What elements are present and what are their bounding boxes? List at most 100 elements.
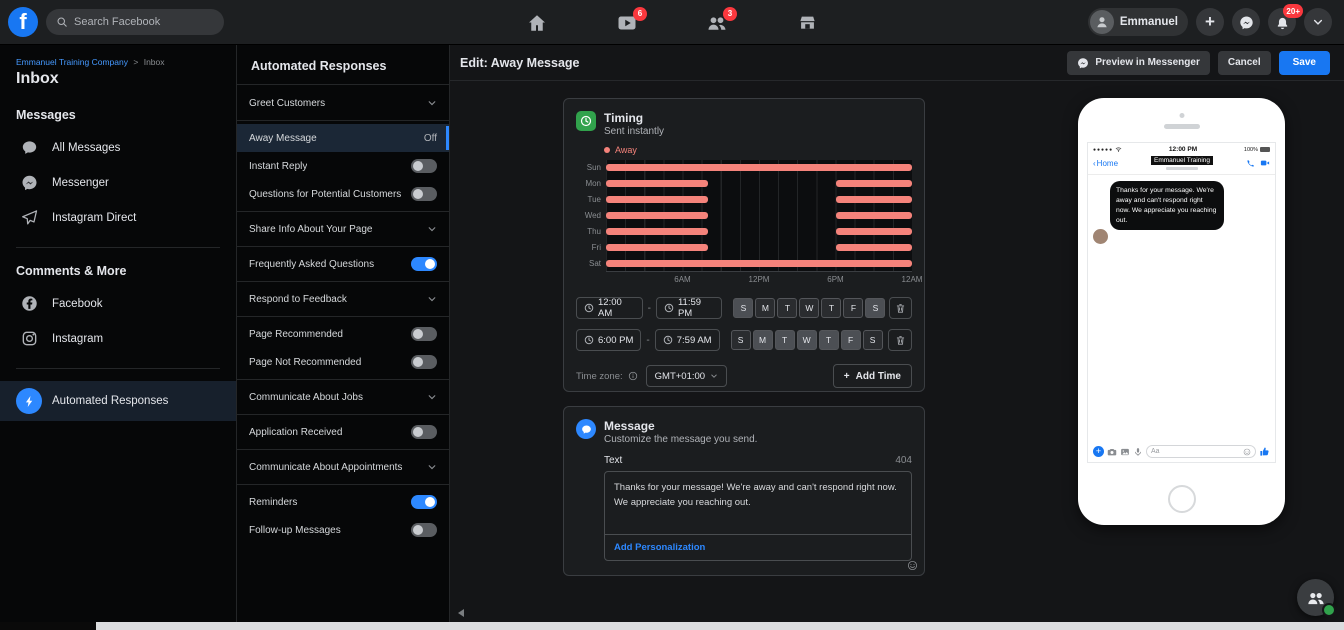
day-button-m1[interactable]: M <box>752 330 773 350</box>
response-item-away-message[interactable]: Away Message Off <box>237 124 449 152</box>
response-item-page-not-recommended[interactable]: Page Not Recommended <box>237 348 449 376</box>
sidebar-item-instagram-direct[interactable]: Instagram Direct <box>0 200 236 235</box>
account-menu-button[interactable] <box>1304 8 1332 36</box>
toggle-instant-reply[interactable] <box>411 159 437 173</box>
breadcrumb-company-link[interactable]: Emmanuel Training Company <box>16 57 128 67</box>
clock-icon <box>664 303 674 313</box>
save-button[interactable]: Save <box>1278 50 1330 75</box>
composer-plus-button[interactable]: + <box>1093 446 1104 457</box>
back-to-home-link[interactable]: ‹ Home <box>1093 159 1118 168</box>
response-item-frequently-asked-questions[interactable]: Frequently Asked Questions <box>237 250 449 278</box>
home-tab[interactable] <box>516 6 558 40</box>
toggle-page-recommended[interactable] <box>411 327 437 341</box>
response-item-page-recommended[interactable]: Page Recommended <box>237 320 449 348</box>
facebook-logo[interactable]: f <box>8 7 38 37</box>
preview-in-messenger-button[interactable]: Preview in Messenger <box>1067 50 1210 75</box>
schedule-row-1: 12:00 AM -11:59 PM S M T W T F S <box>576 297 913 319</box>
cancel-button[interactable]: Cancel <box>1217 50 1271 75</box>
day-button-t2[interactable]: T <box>774 330 795 350</box>
day-button-s0[interactable]: S <box>730 330 751 350</box>
response-item-greet-customers[interactable]: Greet Customers <box>237 89 449 117</box>
toggle-follow-up-messages[interactable] <box>411 523 437 537</box>
messenger-button[interactable] <box>1232 8 1260 36</box>
start-time-input[interactable]: 12:00 AM <box>576 297 643 319</box>
day-button-w3[interactable]: W <box>799 298 820 318</box>
editor-title: Edit: Away Message <box>460 55 580 70</box>
sidebar-item-instagram[interactable]: Instagram <box>0 321 236 356</box>
day-button-t2[interactable]: T <box>777 298 798 318</box>
sidebar-item-all-messages[interactable]: All Messages <box>0 130 236 165</box>
scrollbar-thumb[interactable] <box>0 622 96 630</box>
day-button-s6[interactable]: S <box>862 330 883 350</box>
sidebar-item-messenger[interactable]: Messenger <box>0 165 236 200</box>
sidebar-item-facebook[interactable]: Facebook <box>0 286 236 321</box>
camera-icon[interactable] <box>1107 447 1117 457</box>
response-item-reminders[interactable]: Reminders <box>237 488 449 516</box>
response-item-share-info-about-your-page[interactable]: Share Info About Your Page <box>237 215 449 243</box>
add-personalization-link[interactable]: Add Personalization <box>605 535 911 560</box>
composer-input[interactable]: Aa <box>1146 445 1256 458</box>
info-icon[interactable] <box>628 371 638 381</box>
message-textarea[interactable]: Thanks for your message! We're away and … <box>605 472 911 534</box>
delete-schedule-button[interactable] <box>889 297 913 319</box>
day-button-m1[interactable]: M <box>755 298 776 318</box>
timing-subtitle: Sent instantly <box>604 126 665 137</box>
response-item-respond-to-feedback[interactable]: Respond to Feedback <box>237 285 449 313</box>
video-call-icon[interactable] <box>1260 158 1270 168</box>
response-item-communicate-about-appointments[interactable]: Communicate About Appointments <box>237 453 449 481</box>
online-badge <box>1322 603 1336 617</box>
profile-chip[interactable]: Emmanuel <box>1087 8 1188 36</box>
toggle-frequently-asked-questions[interactable] <box>411 257 437 271</box>
chart-day-label: Fri <box>591 243 601 252</box>
chevron-down-icon <box>710 372 718 380</box>
people-icon <box>1307 589 1325 607</box>
response-item-communicate-about-jobs[interactable]: Communicate About Jobs <box>237 383 449 411</box>
thumbs-up-icon[interactable] <box>1259 446 1270 457</box>
toggle-questions-for-potential-customers[interactable] <box>411 187 437 201</box>
messenger-preview-phone: ●●●●● 12:00 PM 100% ‹ Home Emmanuel Trai… <box>1078 98 1285 525</box>
search-input[interactable]: Search Facebook <box>46 9 224 35</box>
day-button-t4[interactable]: T <box>818 330 839 350</box>
start-time-input[interactable]: 6:00 PM <box>576 329 642 351</box>
response-item-instant-reply[interactable]: Instant Reply <box>237 152 449 180</box>
end-time-input[interactable]: 11:59 PM <box>655 297 723 319</box>
comments-section-header: Comments & More <box>16 264 127 278</box>
delete-schedule-button[interactable] <box>888 329 912 351</box>
notifications-button[interactable]: 20+ <box>1268 4 1303 36</box>
response-item-questions-for-potential-customers[interactable]: Questions for Potential Customers <box>237 180 449 208</box>
timezone-select[interactable]: GMT+01:00 <box>645 365 728 387</box>
away-interval-bar <box>606 212 708 219</box>
breadcrumb-current: Inbox <box>143 57 165 67</box>
photo-icon[interactable] <box>1120 447 1130 457</box>
mic-icon[interactable] <box>1133 447 1143 457</box>
response-item-application-received[interactable]: Application Received <box>237 418 449 446</box>
create-button[interactable]: + <box>1196 8 1224 36</box>
toggle-page-not-recommended[interactable] <box>411 355 437 369</box>
day-button-f5[interactable]: F <box>840 330 861 350</box>
add-time-button[interactable]: + Add Time <box>832 364 912 388</box>
groups-badge: 3 <box>723 6 737 21</box>
away-interval-bar <box>606 180 708 187</box>
response-item-label: Reminders <box>249 496 298 508</box>
phone-call-icon[interactable] <box>1246 158 1255 168</box>
emoji-picker-icon[interactable] <box>907 560 918 571</box>
day-button-f5[interactable]: F <box>843 298 864 318</box>
day-button-w3[interactable]: W <box>796 330 817 350</box>
end-time-input[interactable]: 7:59 AM <box>654 329 720 351</box>
messenger-icon <box>16 170 42 196</box>
toggle-application-received[interactable] <box>411 425 437 439</box>
day-button-s6[interactable]: S <box>865 298 886 318</box>
chat-plugin-widget[interactable] <box>1297 579 1336 617</box>
day-button-s0[interactable]: S <box>733 298 754 318</box>
watch-tab[interactable]: 6 <box>606 6 648 40</box>
groups-tab[interactable]: 3 <box>696 6 738 40</box>
page-horizontal-scrollbar[interactable] <box>0 622 1344 630</box>
response-item-label: Instant Reply <box>249 160 308 172</box>
day-button-t4[interactable]: T <box>821 298 842 318</box>
response-item-follow-up-messages[interactable]: Follow-up Messages <box>237 516 449 544</box>
horizontal-scroll-left-arrow[interactable] <box>458 609 464 617</box>
marketplace-tab[interactable] <box>786 6 828 40</box>
chart-day-label: Sat <box>588 259 601 268</box>
sidebar-item-automated-responses[interactable]: Automated Responses <box>0 381 236 421</box>
toggle-reminders[interactable] <box>411 495 437 509</box>
